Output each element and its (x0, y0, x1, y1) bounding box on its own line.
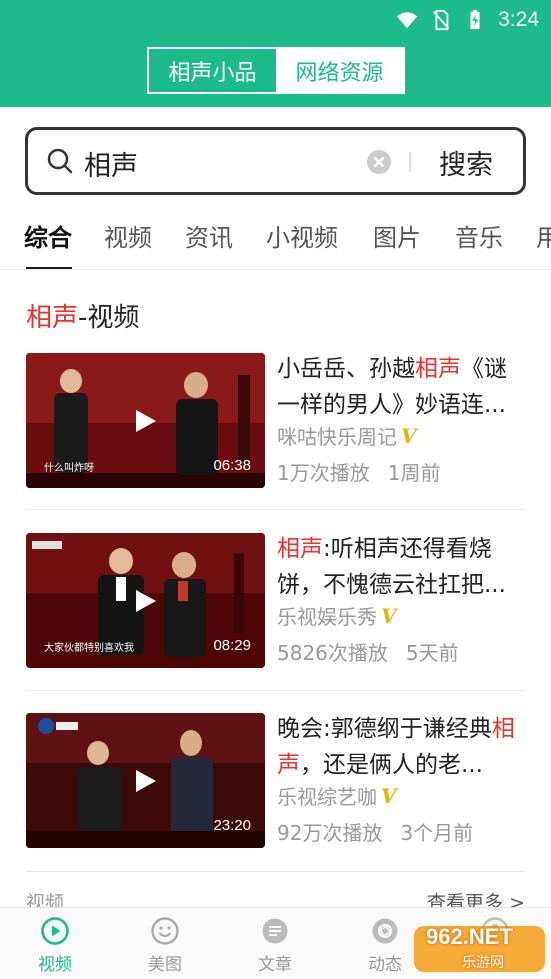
camera-aperture-icon (372, 918, 398, 944)
video-source[interactable]: 乐视综艺咖 V (277, 781, 397, 810)
video-title-highlight: 相声 (277, 536, 323, 562)
tab-images[interactable]: 图片 (373, 218, 421, 253)
video-duration: 23:20 (213, 817, 251, 834)
video-card[interactable]: 什么叫炸呀 06:38 小岳岳、孙越相声《谜一样的男人》妙语连... 咪咕快乐周… (26, 353, 525, 489)
verified-v-icon: V (381, 783, 397, 808)
divider (26, 690, 525, 691)
video-source-name: 乐视综艺咖 (277, 785, 377, 809)
video-duration: 06:38 (213, 457, 251, 474)
smile-face-icon (151, 917, 179, 945)
tab-news[interactable]: 资讯 (185, 218, 233, 253)
search-icon[interactable] (46, 147, 74, 175)
site-watermark: 962.NET 乐游网 (412, 924, 547, 974)
source-switcher: 相声小品 网络资源 (147, 47, 405, 94)
video-meta: 5826次播放 5天前 (277, 637, 459, 666)
status-bar: 3:24 (396, 6, 539, 34)
video-thumbnail[interactable]: 什么叫炸呀 06:38 (26, 353, 265, 488)
nav-images[interactable]: 美图 (110, 908, 220, 979)
nav-video[interactable]: 视频 (0, 908, 110, 979)
active-tab-indicator (26, 267, 72, 269)
video-thumbnail[interactable]: 23:20 (26, 713, 265, 848)
article-icon (262, 918, 288, 944)
nav-label: 视频 (38, 955, 72, 975)
more-row-label: 视频 (26, 892, 65, 908)
tab-music[interactable]: 音乐 (455, 218, 503, 253)
video-time: 3个月前 (400, 821, 474, 845)
video-title[interactable]: 晚会:郭德纲于谦经典相声，还是俩人的老... (277, 711, 527, 783)
status-time: 3:24 (498, 8, 539, 31)
play-circle-icon (41, 917, 69, 945)
video-time: 1周前 (387, 461, 441, 485)
video-source-name: 咪咕快乐周记 (277, 425, 397, 449)
video-title-part: 小岳岳、孙越 (277, 356, 415, 382)
app-header: 3:24 相声小品 网络资源 (0, 0, 551, 107)
verified-v-icon: V (401, 423, 417, 448)
section-title: 相声-视频 (26, 297, 139, 334)
nav-articles[interactable]: 文章 (220, 908, 330, 979)
video-card[interactable]: 23:20 晚会:郭德纲于谦经典相声，还是俩人的老... 乐视综艺咖 V 92万次… (26, 713, 525, 849)
video-plays: 5826次播放 (277, 641, 388, 665)
search-bar: 相声 搜索 (25, 127, 526, 195)
video-meta: 92万次播放 3个月前 (277, 817, 473, 846)
nav-label: 文章 (258, 955, 292, 975)
play-icon[interactable] (132, 588, 158, 614)
tab-xiangsheng-xiaopin[interactable]: 相声小品 (149, 49, 276, 92)
wifi-icon (397, 12, 418, 29)
video-title[interactable]: 小岳岳、孙越相声《谜一样的男人》妙语连... (277, 351, 527, 423)
battery-charging-icon (470, 9, 480, 30)
video-title[interactable]: 相声:听相声还得看烧饼，不愧德云社扛把... (277, 531, 527, 603)
video-card[interactable]: 大家伙都特别喜欢我 08:29 相声:听相声还得看烧饼，不愧德云社扛把... 乐… (26, 533, 525, 669)
section-title-highlight: 相声 (26, 303, 79, 333)
more-row: 视频 查看更多 > (26, 888, 525, 908)
tab-network-resources[interactable]: 网络资源 (276, 49, 403, 92)
video-title-highlight: 相声 (415, 356, 461, 382)
play-icon[interactable] (132, 408, 158, 434)
search-button[interactable]: 搜索 (439, 143, 493, 182)
video-duration: 08:29 (213, 637, 251, 654)
category-tabs: 综合 视频 资讯 小视频 图片 音乐 用 (0, 210, 551, 270)
tab-overflow[interactable]: 用 (536, 218, 551, 253)
play-icon[interactable] (132, 768, 158, 794)
video-source-name: 乐视娱乐秀 (277, 605, 377, 629)
watermark-sub: 乐游网 (462, 955, 504, 971)
section-title-text: -视频 (78, 303, 140, 333)
video-title-part: 晚会:郭德纲于谦经典 (277, 716, 492, 742)
video-thumbnail[interactable]: 大家伙都特别喜欢我 08:29 (26, 533, 265, 668)
video-caption: 什么叫炸呀 (44, 463, 94, 474)
video-meta: 1万次播放 1周前 (277, 457, 440, 486)
watermark-text: 962.NET (426, 924, 513, 949)
divider (26, 871, 525, 872)
tab-short-video[interactable]: 小视频 (266, 218, 338, 253)
view-more-link[interactable]: 查看更多 > (427, 888, 525, 908)
divider (26, 509, 525, 510)
clear-icon[interactable] (366, 149, 392, 175)
tab-comprehensive[interactable]: 综合 (24, 218, 72, 253)
verified-v-icon: V (381, 603, 397, 628)
video-time: 5天前 (405, 641, 459, 665)
video-source[interactable]: 乐视娱乐秀 V (277, 601, 397, 630)
search-input[interactable]: 相声 (84, 144, 138, 183)
tab-video[interactable]: 视频 (104, 218, 152, 253)
nav-label: 美图 (148, 955, 182, 975)
video-caption: 大家伙都特别喜欢我 (44, 643, 134, 654)
search-divider (409, 152, 411, 172)
video-plays: 1万次播放 (277, 461, 370, 485)
video-plays: 92万次播放 (277, 821, 383, 845)
video-source[interactable]: 咪咕快乐周记 V (277, 421, 417, 450)
no-sim-icon (433, 9, 450, 31)
video-title-part: ，还是俩人的老... (300, 752, 483, 778)
